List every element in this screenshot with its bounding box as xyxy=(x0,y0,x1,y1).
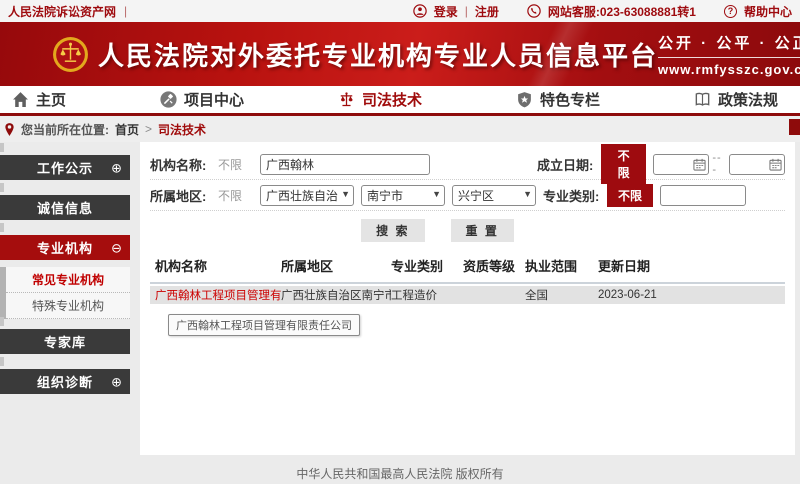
site-home-link[interactable]: 人民法院诉讼资产网 xyxy=(8,3,116,20)
top-utility-bar: 人民法院诉讼资产网 | 登录 | 注册 网站客服:023-63088881转1 … xyxy=(0,0,800,22)
site-banner: 人民法院对外委托专业机构专业人员信息平台 公开 · 公平 · 公正 www.rm… xyxy=(0,22,800,86)
org-name-link[interactable]: 广西翰林工程项目管理有限责任... xyxy=(155,290,281,302)
category-label: 专业类别: xyxy=(543,186,607,205)
login-register-divider: | xyxy=(465,4,468,18)
breadcrumb: 您当前所在位置: 首页 > 司法技术 xyxy=(0,116,800,142)
col-header-region: 所属地区 xyxy=(281,256,391,275)
col-header-updated: 更新日期 xyxy=(598,256,785,275)
search-button[interactable]: 搜 索 xyxy=(361,219,424,242)
table-header: 机构名称 所属地区 专业类别 资质等级 执业范围 更新日期 xyxy=(150,248,785,284)
sidebar-subitem-common-orgs[interactable]: 常见专业机构 xyxy=(6,267,130,293)
founded-date-end-input[interactable] xyxy=(729,154,785,175)
main-nav: 主页 项目中心 司法技术 特色专栏 政策法规 xyxy=(0,86,800,116)
org-name-unlimited[interactable]: 不限 xyxy=(218,156,260,173)
nav-item-judicial-tech[interactable]: 司法技术 xyxy=(338,89,422,110)
help-icon: ? xyxy=(724,5,737,18)
breadcrumb-home-link[interactable]: 首页 xyxy=(115,121,139,138)
breadcrumb-current[interactable]: 司法技术 xyxy=(158,121,206,138)
row-category: 工程造价 xyxy=(391,287,463,303)
circle-minus-icon[interactable]: ⊖ xyxy=(111,241,123,254)
topbar-divider: | xyxy=(124,4,127,18)
org-name-tooltip: 广西翰林工程项目管理有限责任公司 xyxy=(168,314,360,336)
location-pin-icon xyxy=(4,122,15,137)
featured-shield-icon xyxy=(516,91,533,108)
footer-copyright: 中华人民共和国最高人民法院 版权所有 xyxy=(0,455,800,482)
founded-date-label: 成立日期: xyxy=(537,155,601,174)
row-region: 广西壮族自治区南宁市兴宁区 xyxy=(281,287,391,303)
circle-plus-icon[interactable]: ⊕ xyxy=(111,161,123,174)
sidebar-item-expert-library[interactable]: 专家库 xyxy=(0,329,130,354)
district-select[interactable]: 兴宁区 xyxy=(452,185,536,206)
col-header-category: 专业类别 xyxy=(391,256,463,275)
content-panel: 机构名称: 不限 成立日期: 不限 --- xyxy=(140,142,795,455)
founded-date-start-input[interactable] xyxy=(653,154,709,175)
region-label: 所属地区: xyxy=(150,186,218,205)
nav-item-project-center[interactable]: 项目中心 xyxy=(160,89,244,110)
col-header-grade: 资质等级 xyxy=(463,256,525,275)
register-link[interactable]: 注册 xyxy=(475,3,499,20)
province-select[interactable]: 广西壮族自治 xyxy=(260,185,354,206)
row-scope: 全国 xyxy=(525,287,598,303)
nav-item-featured-column[interactable]: 特色专栏 xyxy=(516,89,600,110)
sidebar-item-integrity-info[interactable]: 诚信信息 xyxy=(0,195,130,220)
nav-item-policy[interactable]: 政策法规 xyxy=(694,89,778,110)
site-url: www.rmfysszc.gov.cn xyxy=(658,58,800,77)
breadcrumb-separator: > xyxy=(145,122,152,136)
city-select[interactable]: 南宁市 xyxy=(361,185,445,206)
justice-scales-icon xyxy=(338,91,355,108)
project-center-icon xyxy=(160,91,177,108)
form-actions: 搜 索 重 置 xyxy=(150,211,785,248)
col-header-scope: 执业范围 xyxy=(525,256,598,275)
category-unlimited-button[interactable]: 不限 xyxy=(607,184,653,207)
col-header-org-name: 机构名称 xyxy=(150,256,281,275)
login-link[interactable]: 登录 xyxy=(434,3,458,20)
form-row-region: 所属地区: 不限 广西壮族自治 ▼ 南宁市 ▼ 兴宁区 ▼ xyxy=(150,180,785,211)
form-row-org-name: 机构名称: 不限 成立日期: 不限 --- xyxy=(150,149,785,180)
category-input[interactable] xyxy=(660,185,746,206)
sidebar-item-org-diagnosis[interactable]: 组织诊断 ⊕ xyxy=(0,369,130,394)
main-area: 工作公示 ⊕ 诚信信息 专业机构 ⊖ 常见专业机构 特殊专业机构 专家库 组织诊… xyxy=(0,142,800,455)
sidebar-subitem-special-orgs[interactable]: 特殊专业机构 xyxy=(6,293,130,319)
breadcrumb-prefix: 您当前所在位置: xyxy=(21,121,109,138)
org-name-label: 机构名称: xyxy=(150,155,218,174)
court-emblem-icon xyxy=(52,36,89,73)
scrollbar-marker[interactable] xyxy=(789,119,800,135)
reset-button[interactable]: 重 置 xyxy=(451,219,514,242)
founded-unlimited-button[interactable]: 不限 xyxy=(601,144,646,184)
row-updated: 2023-06-21 xyxy=(598,289,785,301)
customer-service-phone[interactable]: 网站客服:023-63088881转1 xyxy=(548,3,696,20)
org-name-input[interactable] xyxy=(260,154,430,175)
sidebar: 工作公示 ⊕ 诚信信息 专业机构 ⊖ 常见专业机构 特殊专业机构 专家库 组织诊… xyxy=(0,155,130,409)
sidebar-item-professional-orgs[interactable]: 专业机构 ⊖ xyxy=(0,235,130,260)
home-icon xyxy=(12,91,29,108)
table-row: 广西翰林工程项目管理有限责任... 广西壮族自治区南宁市兴宁区 工程造价 全国 … xyxy=(150,286,785,304)
site-title: 人民法院对外委托专业机构专业人员信息平台 xyxy=(98,36,658,73)
nav-item-home[interactable]: 主页 xyxy=(12,89,66,110)
phone-icon xyxy=(527,4,541,18)
help-center-link[interactable]: 帮助中心 xyxy=(744,3,792,20)
circle-plus-icon[interactable]: ⊕ xyxy=(111,375,123,388)
user-icon xyxy=(413,4,427,18)
sidebar-item-work-publicity[interactable]: 工作公示 ⊕ xyxy=(0,155,130,180)
site-slogan: 公开 · 公平 · 公正 xyxy=(658,32,800,58)
date-range-separator: --- xyxy=(712,152,726,176)
region-unlimited[interactable]: 不限 xyxy=(218,187,260,204)
policy-book-icon xyxy=(694,91,711,108)
sidebar-submenu: 常见专业机构 特殊专业机构 xyxy=(0,267,130,319)
